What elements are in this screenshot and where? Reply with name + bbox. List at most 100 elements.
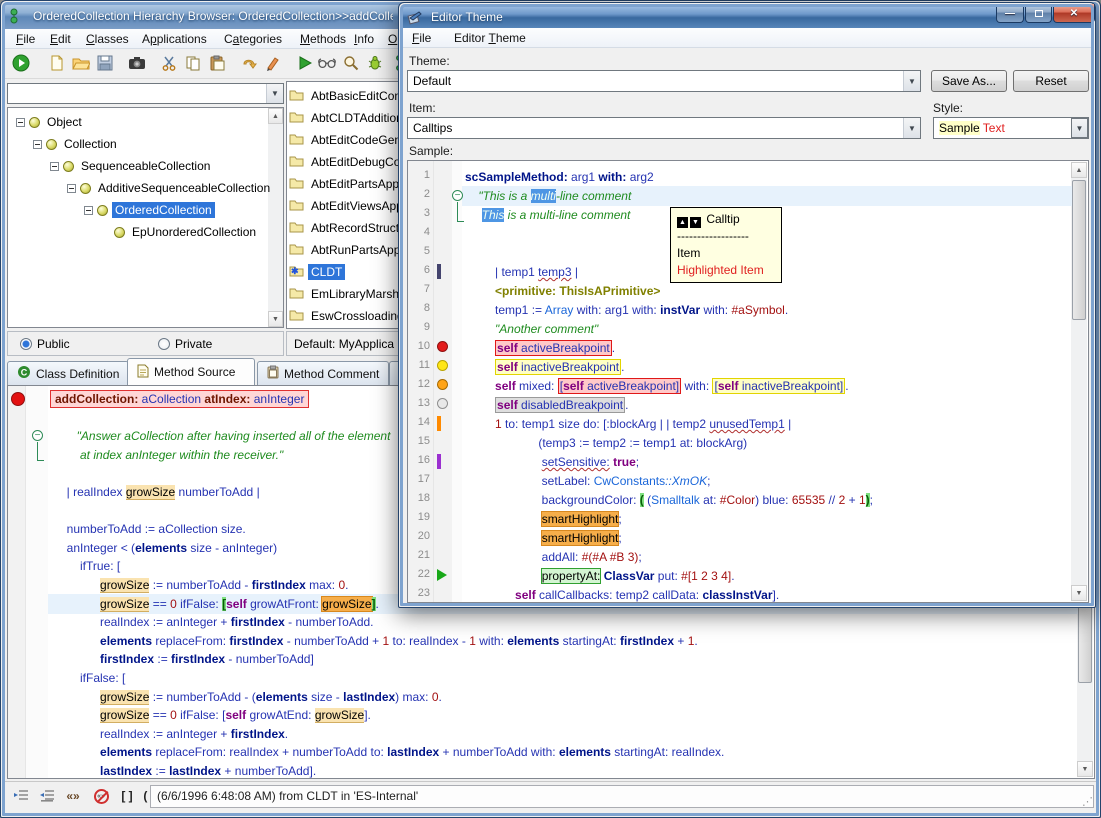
- code-line[interactable]: addCollection: aCollection atIndex: anIn…: [50, 391, 309, 409]
- menu-methods[interactable]: Methods: [300, 32, 346, 46]
- code-line[interactable]: numberToAdd := aCollection size.: [50, 521, 246, 539]
- tree-item-Object[interactable]: Object: [16, 112, 85, 132]
- chevron-down-icon[interactable]: ▼: [903, 118, 920, 138]
- code-line[interactable]: | realIndex growSize numberToAdd |: [50, 484, 260, 502]
- toolbar-save-button[interactable]: [94, 52, 116, 74]
- application-item-EmLibraryMarsha[interactable]: EmLibraryMarsha: [289, 284, 409, 304]
- public-radio[interactable]: Public: [20, 337, 70, 351]
- application-item-EswCrossloading[interactable]: EswCrossloading: [289, 306, 407, 326]
- tab-method-comment[interactable]: Method Comment: [257, 361, 389, 385]
- scroll-down-icon[interactable]: ▼: [268, 311, 283, 327]
- scroll-down-icon[interactable]: ▼: [1071, 585, 1087, 601]
- application-item-AbtEditDebugCor[interactable]: AbtEditDebugCor: [289, 152, 407, 172]
- toolbar-marker-button[interactable]: [262, 52, 284, 74]
- code-line[interactable]: self disabledBreakpoint.: [465, 397, 628, 415]
- status-indent-all-button[interactable]: [36, 786, 58, 806]
- style-preview-combo[interactable]: Sample Text ▼: [933, 117, 1089, 139]
- toolbar-undo-button[interactable]: [238, 52, 260, 74]
- bar-dark-marker-icon[interactable]: [437, 264, 441, 279]
- chevron-down-icon[interactable]: ▼: [1071, 118, 1088, 138]
- toolbar-search-button[interactable]: [340, 52, 362, 74]
- code-line[interactable]: at index anInteger within the receiver.": [50, 447, 283, 465]
- resize-grip[interactable]: ⋰: [1082, 795, 1093, 808]
- code-line[interactable]: backgroundColor: ( (Smalltalk at: #Color…: [465, 492, 873, 510]
- menu-edit[interactable]: Edit: [50, 32, 71, 46]
- toolbar-debug-button[interactable]: [364, 52, 386, 74]
- bar-orange-marker-icon[interactable]: [437, 416, 441, 431]
- dot-red-marker-icon[interactable]: [437, 341, 448, 352]
- fold-margin[interactable]: [452, 161, 462, 602]
- collapse-icon[interactable]: [16, 118, 25, 127]
- toolbar-copy-button[interactable]: [182, 52, 204, 74]
- application-item-AbtRecordStructu[interactable]: AbtRecordStructu: [289, 218, 409, 238]
- menu-file[interactable]: File: [16, 32, 35, 46]
- theme-titlebar[interactable]: Editor Theme: [400, 4, 1094, 29]
- menu-classes[interactable]: Classes: [86, 32, 129, 46]
- code-line[interactable]: (temp3 := temp2 := temp1 at: blockArg): [465, 435, 747, 453]
- arrow-green-marker-icon[interactable]: [437, 569, 453, 581]
- code-line[interactable]: self callCallbacks: temp2 callData: clas…: [465, 587, 779, 603]
- code-line[interactable]: <primitive: ThisIsAPrimitive>: [465, 283, 660, 301]
- toolbar-camera-button[interactable]: [126, 52, 148, 74]
- code-line[interactable]: 1 to: temp1 size do: [:blockArg | | temp…: [465, 416, 791, 434]
- code-line[interactable]: addAll: #(#A #B 3);: [465, 549, 642, 567]
- application-item-AbtCLDTAddition[interactable]: AbtCLDTAddition: [289, 108, 406, 128]
- menu-file[interactable]: File: [412, 31, 431, 45]
- menu-categories[interactable]: Categories: [224, 32, 282, 46]
- toolbar-open-folder-button[interactable]: [70, 52, 92, 74]
- status-no-guillemets-button[interactable]: «»: [90, 786, 112, 806]
- code-line[interactable]: "Another comment": [465, 321, 598, 339]
- toolbar-run-button[interactable]: [10, 52, 32, 74]
- code-line[interactable]: firstIndex := firstIndex - numberToAdd]: [50, 651, 314, 669]
- chevron-down-icon[interactable]: ▼: [903, 71, 920, 91]
- breakpoint-margin[interactable]: [8, 386, 26, 778]
- menu-editor-theme[interactable]: Editor Theme: [454, 31, 526, 45]
- code-line[interactable]: lastIndex := lastIndex + numberToAdd].: [50, 763, 316, 779]
- code-line[interactable]: setLabel: CwConstants::XmOK;: [465, 473, 710, 491]
- tree-scrollbar[interactable]: ▲ ▼: [268, 108, 283, 327]
- code-line[interactable]: realIndex := anInteger + firstIndex - nu…: [50, 614, 374, 632]
- code-line[interactable]: self inactiveBreakpoint.: [465, 359, 624, 377]
- reset-button[interactable]: Reset: [1013, 70, 1089, 92]
- collapse-icon[interactable]: [84, 206, 93, 215]
- code-line[interactable]: setSensitive: true;: [465, 454, 639, 472]
- close-button[interactable]: ✕: [1053, 4, 1095, 23]
- maximize-button[interactable]: [1025, 4, 1052, 23]
- status-indent-first-button[interactable]: [10, 786, 32, 806]
- sample-editor[interactable]: ▲ ▼ ▲▼ Calltip ------------------ Item H…: [407, 160, 1089, 603]
- menu-info[interactable]: Info: [354, 32, 374, 46]
- code-line[interactable]: elements replaceFrom: firstIndex - numbe…: [50, 633, 698, 651]
- code-line[interactable]: ifTrue: [: [50, 558, 120, 576]
- fold-collapse-icon[interactable]: −: [452, 190, 463, 201]
- private-radio[interactable]: Private: [158, 337, 212, 351]
- dot-orange-marker-icon[interactable]: [437, 379, 448, 390]
- scroll-up-icon[interactable]: ▲: [268, 108, 283, 124]
- theme-select[interactable]: Default ▼: [407, 70, 921, 92]
- toolbar-spectacles-button[interactable]: [316, 52, 338, 74]
- dot-gray-marker-icon[interactable]: [437, 398, 448, 409]
- status-square-brackets-button[interactable]: [ ]: [116, 786, 138, 806]
- scroll-down-icon[interactable]: ▼: [1077, 761, 1093, 777]
- breakpoint-marker-icon[interactable]: [11, 392, 25, 406]
- code-line[interactable]: smartHighlight;: [465, 530, 622, 548]
- code-line[interactable]: This is a multi-line comment: [465, 207, 630, 225]
- calltip-next-icon[interactable]: ▼: [690, 217, 701, 228]
- toolbar-new-document-button[interactable]: [46, 52, 68, 74]
- scroll-up-icon[interactable]: ▲: [1071, 162, 1087, 178]
- tree-item-SequenceableCollection[interactable]: SequenceableCollection: [50, 156, 213, 176]
- application-item-AbtEditCodeGene[interactable]: AbtEditCodeGene: [289, 130, 411, 150]
- sample-scrollbar[interactable]: ▲ ▼: [1071, 162, 1087, 601]
- tree-item-EpUnorderedCollection[interactable]: EpUnorderedCollection: [101, 222, 259, 242]
- application-item-AbtRunPartsApp[interactable]: AbtRunPartsApp: [289, 240, 403, 260]
- code-line[interactable]: elements replaceFrom: realIndex + number…: [50, 744, 724, 762]
- code-line[interactable]: ifFalse: [: [50, 670, 125, 688]
- code-line[interactable]: propertyAt: ClassVar put: #[1 2 3 4].: [465, 568, 735, 586]
- code-line[interactable]: scSampleMethod: arg1 with: arg2: [465, 169, 654, 187]
- tab-class-definition[interactable]: CClass Definition: [7, 361, 129, 385]
- class-search-combo[interactable]: ▼: [7, 83, 284, 104]
- code-line[interactable]: growSize := numberToAdd - firstIndex max…: [50, 577, 348, 595]
- code-line[interactable]: "This is a multi-line comment: [465, 188, 631, 206]
- code-line[interactable]: | temp1 temp3 |: [465, 264, 578, 282]
- calltip-prev-icon[interactable]: ▲: [677, 217, 688, 228]
- tree-item-AdditiveSequenceableCollection[interactable]: AdditiveSequenceableCollection: [67, 178, 273, 198]
